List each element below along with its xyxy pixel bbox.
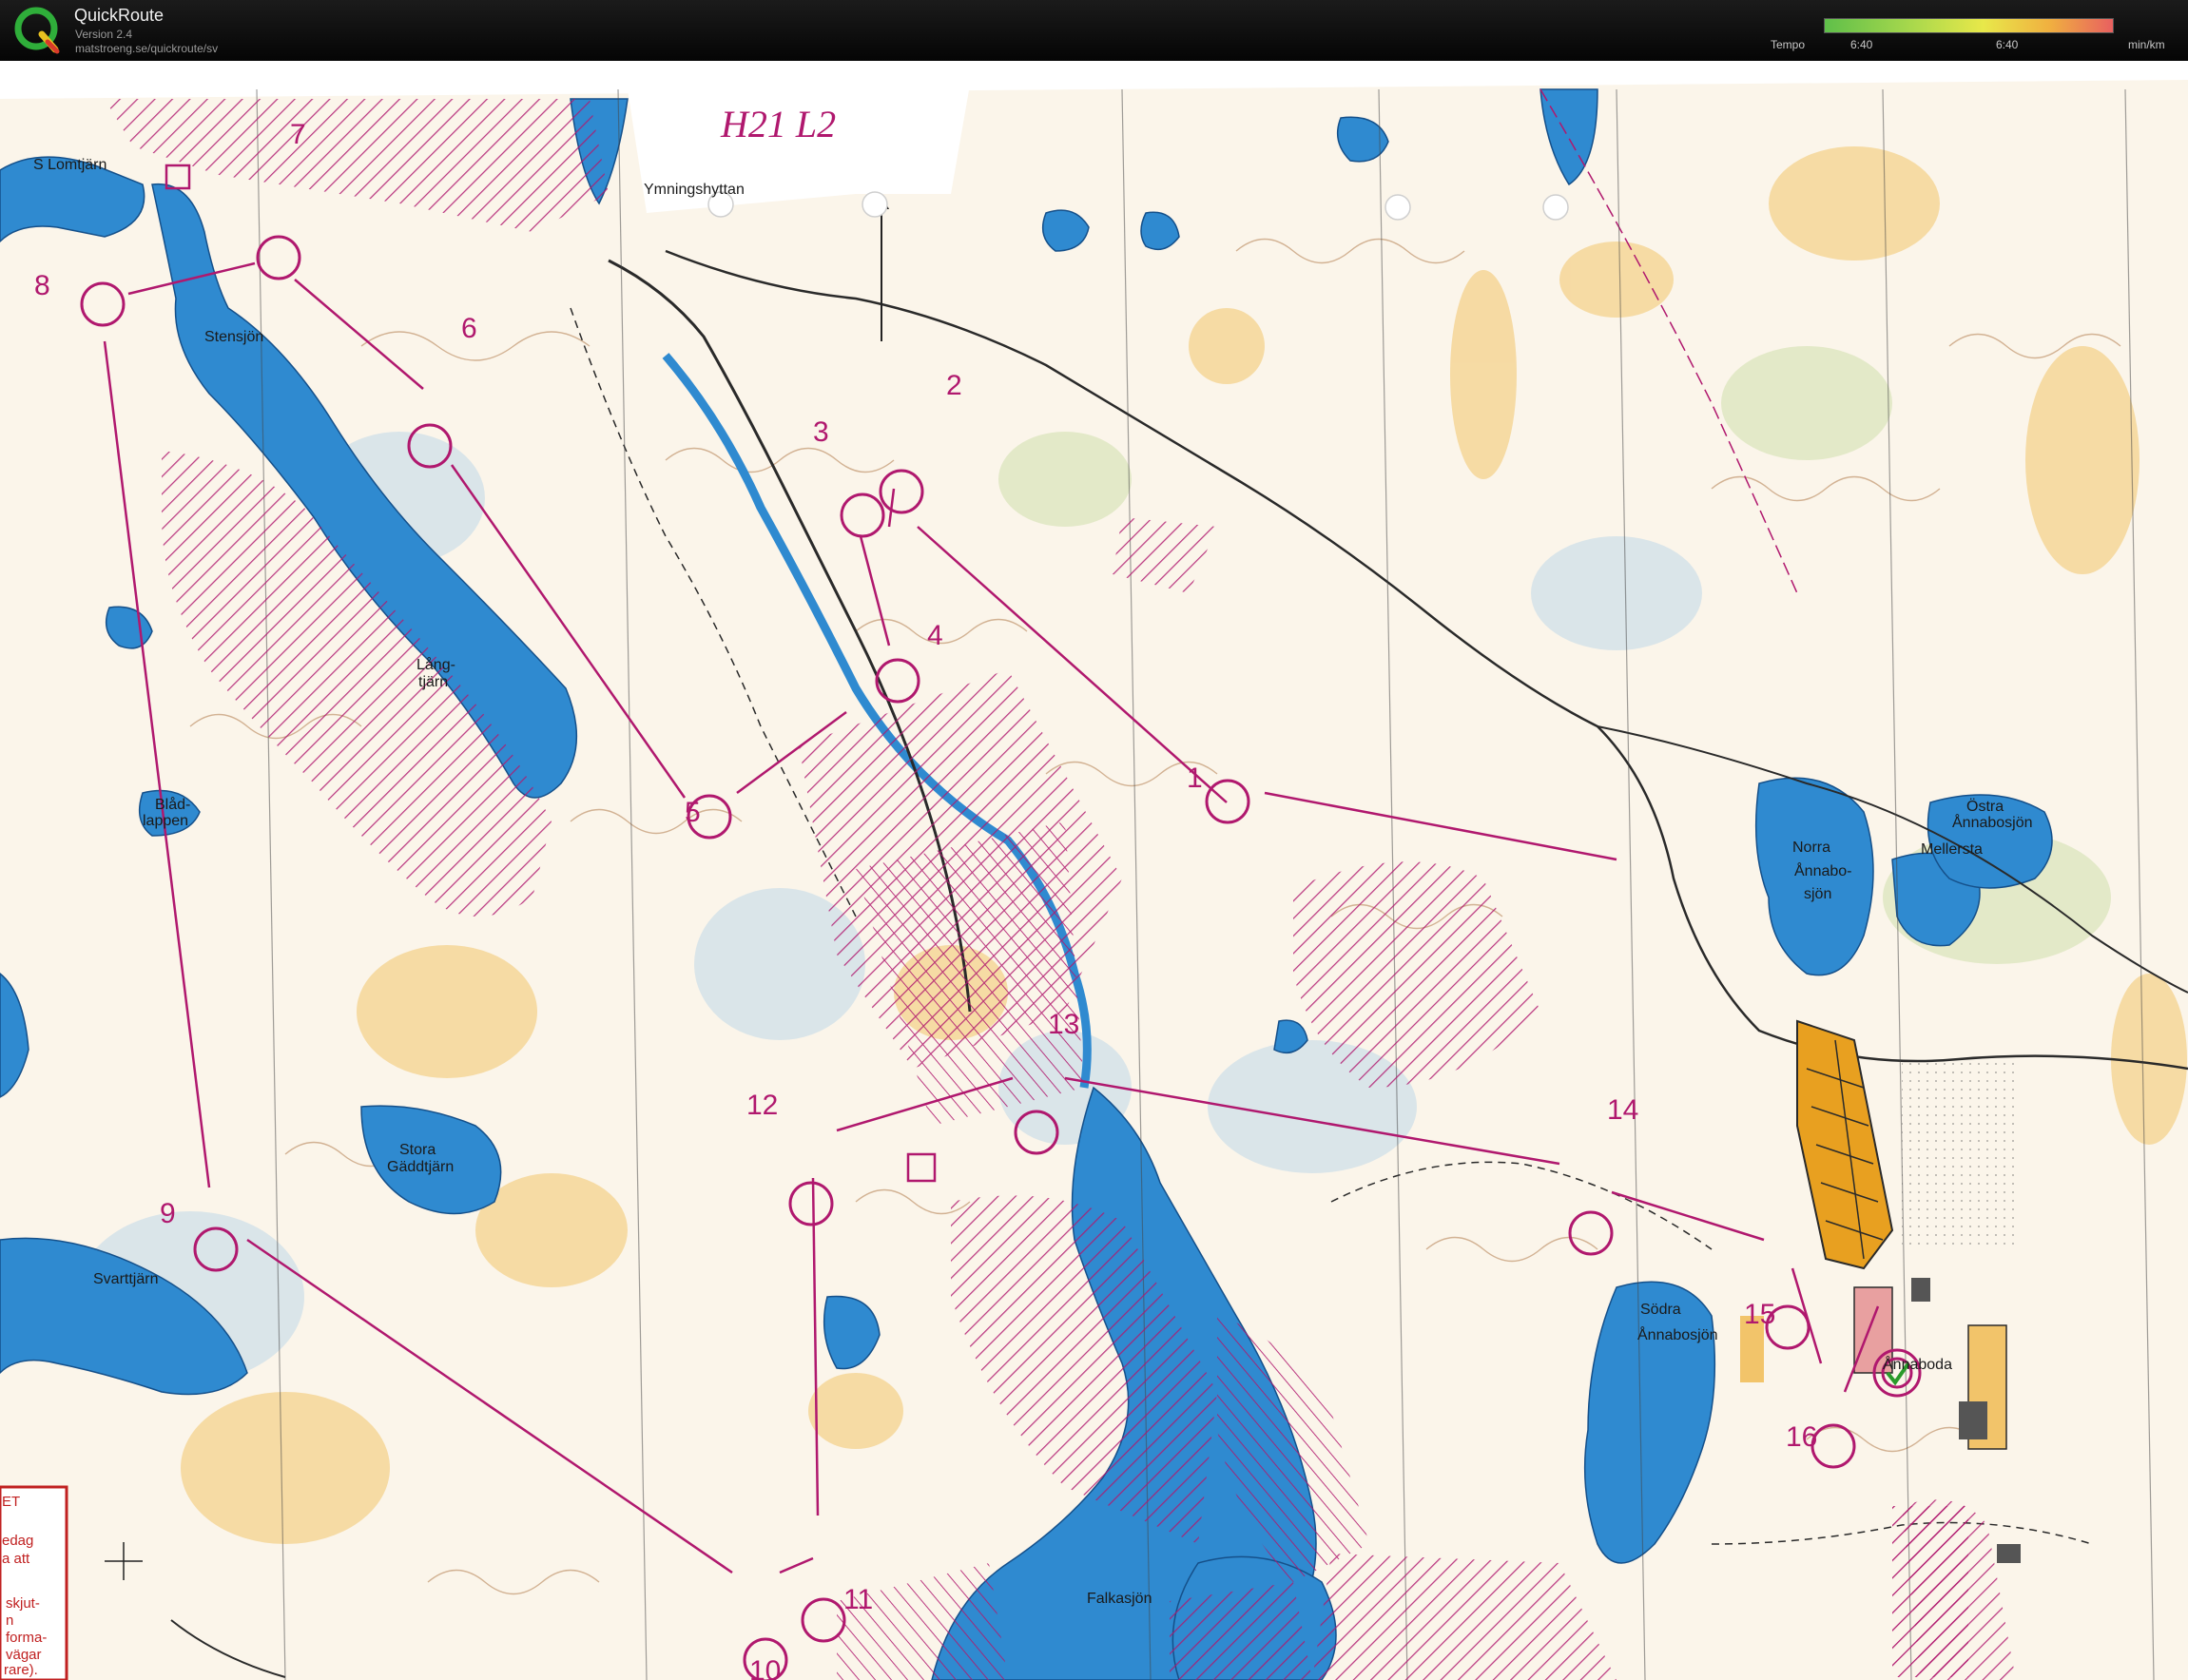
info-text-7: vägar [6,1647,42,1663]
place-name-sodra-annabosjon: Ånnabosjön [1637,1325,1718,1343]
hatched-plot-se [1892,1506,1968,1677]
place-name-falkasjon: Falkasjön [1087,1591,1152,1607]
info-text-6: forma- [6,1630,47,1646]
place-name-gaddtjarn: Gäddtjärn [387,1159,454,1175]
place-name-mellersta: Mellersta [1921,841,1983,858]
place-name-ostra: Östra [1966,798,2004,815]
place-name-bladlappen-1: Blåd- [155,796,190,813]
quickroute-window: QuickRoute Version 2.4 matstroeng.se/qui… [0,0,2188,1680]
tempo-min-value: 6:40 [1850,38,1873,51]
place-name-annabo: Ånnabo- [1794,861,1852,879]
info-text-2: edag [2,1533,33,1549]
control-number-15: 15 [1744,1299,1775,1330]
info-text-5: n [6,1612,13,1629]
control-number-10: 10 [749,1655,781,1680]
place-name-s-lomtjarn: S Lomtjärn [33,157,106,173]
place-name-sjon: sjön [1804,886,1831,902]
app-url: matstroeng.se/quickroute/sv [75,42,219,55]
control-number-5: 5 [685,797,701,828]
app-header: QuickRoute Version 2.4 matstroeng.se/qui… [0,0,2188,62]
app-version: Version 2.4 [75,28,133,41]
place-name-ymningshyttan: Ymningshyttan [644,182,745,198]
map-canvas[interactable]: H21 L2 S Lomtjärn Ymningshyttan Stensjön… [0,61,2188,1680]
place-name-svarttjarn: Svarttjärn [93,1271,158,1287]
place-name-bladlappen-2: lappen [143,813,188,829]
handwritten-class-label: H21 L2 [720,103,836,145]
place-name-annaboda: Ånnaboda [1883,1355,1952,1373]
control-number-1: 1 [1187,763,1203,794]
place-name-ostra-annabosjon: Ånnabosjön [1952,813,2033,831]
control-number-13: 13 [1048,1009,1079,1040]
app-title: QuickRoute [74,6,165,25]
info-text-4: skjut- [6,1595,40,1612]
control-number-4: 4 [927,620,943,651]
control-number-2: 2 [946,370,962,401]
control-number-9: 9 [160,1198,176,1229]
place-name-stora: Stora [399,1142,436,1158]
orienteering-map[interactable]: H21 L2 S Lomtjärn Ymningshyttan Stensjön… [0,61,2188,1680]
control-number-8: 8 [34,270,50,301]
control-number-3: 3 [813,416,829,448]
info-text-8: rare). [4,1662,38,1678]
place-name-sodra: Södra [1640,1302,1681,1318]
control-number-6: 6 [461,313,477,344]
control-number-7: 7 [290,119,306,150]
place-name-norra: Norra [1792,840,1830,856]
dotted-field [1902,1059,2016,1249]
place-name-stensjon: Stensjön [204,329,263,345]
tempo-color-scale [1824,18,2114,33]
place-name-langtjarn-1: Lång- [416,656,455,673]
control-number-16: 16 [1786,1421,1817,1453]
quickroute-logo-icon [14,7,60,54]
tempo-max-value: 6:40 [1996,38,2019,51]
info-text-3: a att [2,1551,30,1567]
tempo-unit: min/km [2128,38,2165,51]
place-name-langtjarn-2: tjärn [418,674,448,690]
control-number-11: 11 [843,1584,873,1615]
control-number-14: 14 [1607,1094,1638,1126]
info-text-1: ET [2,1494,20,1510]
control-number-12: 12 [746,1090,778,1121]
tempo-label: Tempo [1771,38,1806,51]
